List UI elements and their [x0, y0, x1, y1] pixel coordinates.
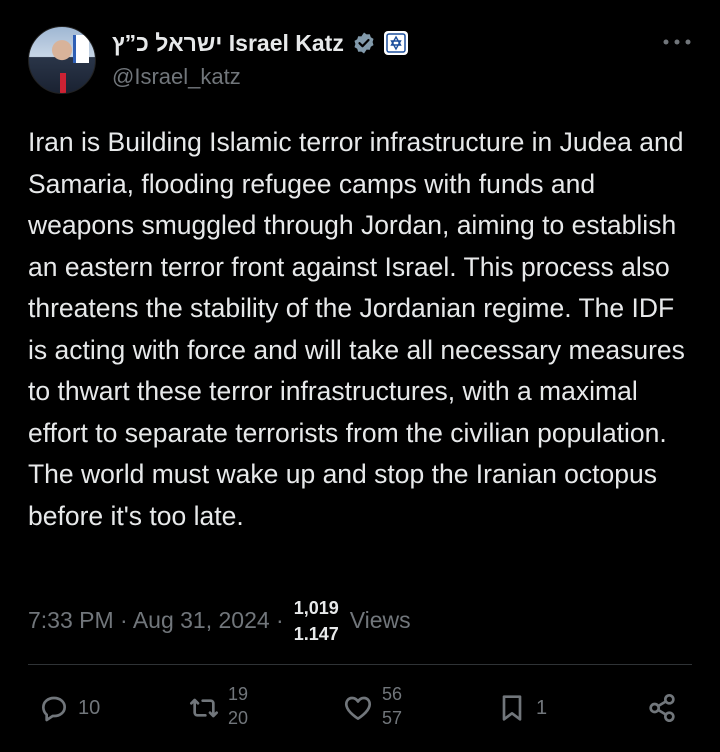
author-name-row: ישראל כ”ץ Israel Katz	[112, 28, 408, 58]
repost-count: 19 20	[228, 676, 264, 740]
views-label: Views	[349, 606, 411, 633]
tweet-meta: 7:33 PM · Aug 31, 2024 · 1,019 1,147 Vie…	[28, 600, 411, 640]
more-options-icon[interactable]	[662, 34, 692, 46]
avatar-flag-detail	[73, 35, 89, 63]
action-bar: 10 19 20 56 57 1	[28, 676, 692, 740]
share-icon	[649, 694, 675, 722]
bookmark-button[interactable]: 1	[496, 676, 547, 740]
avatar-tie-detail	[60, 73, 66, 93]
bookmark-count: 1	[536, 696, 548, 719]
government-org-badge-icon[interactable]	[383, 31, 408, 55]
reply-count: 10	[78, 696, 101, 719]
reply-icon	[42, 696, 66, 722]
divider	[28, 664, 692, 665]
tweet-timestamp[interactable]: 7:33 PM · Aug 31, 2024 ·	[28, 607, 284, 634]
heart-icon	[344, 696, 372, 720]
views-count: 1,019 1,147	[294, 600, 346, 640]
tweet-header: ישראל כ”ץ Israel Katz @Israel_katz	[28, 24, 692, 96]
repost-icon	[190, 698, 218, 718]
verified-badge-icon[interactable]	[352, 31, 376, 55]
repost-count-next: 20	[228, 708, 249, 728]
author-handle[interactable]: @Israel_katz	[112, 64, 241, 90]
avatar[interactable]	[28, 26, 96, 94]
like-count-current: 56	[382, 684, 403, 704]
views-count-next: 1,147	[293, 624, 339, 640]
views-count-current: 1,019	[293, 600, 339, 618]
like-count-next: 57	[382, 708, 403, 728]
like-count: 56 57	[382, 676, 418, 740]
repost-count-current: 19	[228, 684, 249, 704]
bookmark-icon	[502, 695, 522, 721]
share-button[interactable]	[646, 676, 678, 740]
reply-button[interactable]: 10	[38, 676, 100, 740]
tweet-text: Iran is Building Islamic terror infrastr…	[28, 127, 693, 531]
like-button[interactable]: 56 57	[342, 676, 418, 740]
repost-button[interactable]: 19 20	[188, 676, 264, 740]
author-display-name[interactable]: ישראל כ”ץ Israel Katz	[112, 30, 344, 57]
